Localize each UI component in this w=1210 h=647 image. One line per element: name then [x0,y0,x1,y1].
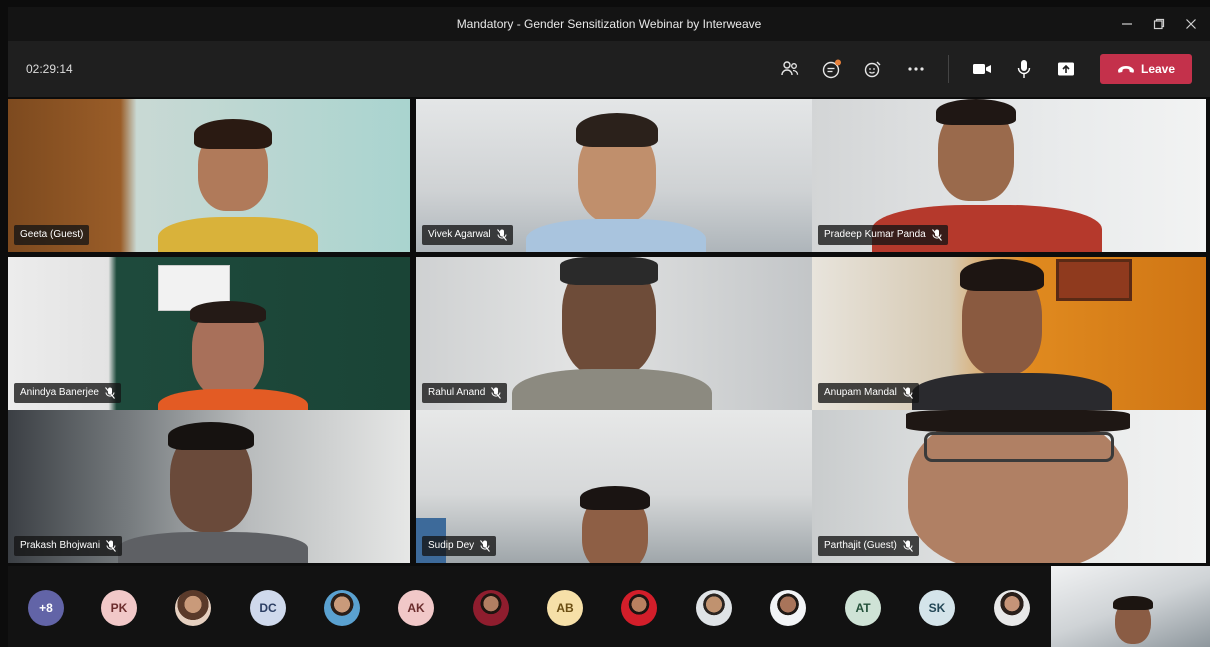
avatar-initials: AK [407,601,425,615]
participant-name: Geeta (Guest) [20,229,84,240]
participant-name: Pradeep Kumar Panda [824,229,926,240]
muted-mic-icon [902,387,913,399]
avatar-initials: SK [928,601,946,615]
share-screen-icon[interactable] [1051,54,1081,84]
avatar-initials: PK [110,601,128,615]
muted-mic-icon [496,229,507,241]
muted-mic-icon [106,540,116,552]
participant-nametag: Anupam Mandal [818,383,919,403]
more-participants-button[interactable]: +8 [28,590,64,626]
video-tile[interactable]: Geeta (Guest) [8,99,410,252]
participant-avatar[interactable]: DC [250,590,286,626]
video-tile[interactable]: Rahul Anand [416,257,818,410]
participant-avatar[interactable] [621,590,657,626]
video-tile[interactable]: Vivek Agarwal [416,99,818,252]
participant-nametag: Pradeep Kumar Panda [818,225,948,245]
minimize-icon[interactable] [1110,7,1144,41]
video-tile[interactable]: Anindya Banerjee [8,257,410,410]
toolbar-divider [948,55,949,83]
muted-mic-icon [902,540,913,552]
participant-name: Sudip Dey [428,540,475,551]
participant-nametag: Vivek Agarwal [422,225,513,245]
participant-avatar[interactable] [324,590,360,626]
participant-avatar[interactable]: AK [398,590,434,626]
microphone-icon[interactable] [1009,54,1039,84]
phone-hangup-icon [1117,66,1134,73]
participant-name: Prakash Bhojwani [20,540,101,551]
video-tile[interactable]: Pradeep Kumar Panda [812,99,1206,252]
avatar-initials: AB [556,601,574,615]
muted-mic-icon [105,387,115,399]
close-icon[interactable] [1174,7,1208,41]
video-tile[interactable]: Prakash Bhojwani [8,410,410,563]
muted-mic-icon [931,229,942,241]
avatar-initials: AT [855,601,871,615]
camera-icon[interactable] [967,54,997,84]
chat-icon[interactable] [817,54,847,84]
participant-nametag: Parthajit (Guest) [818,536,919,556]
window-title: Mandatory - Gender Sensitization Webinar… [456,17,762,31]
participant-nametag: Geeta (Guest) [14,225,90,245]
participant-name: Anindya Banerjee [20,387,99,398]
call-timer: 02:29:14 [26,62,73,76]
participant-nametag: Prakash Bhojwani [14,536,123,556]
window-titlebar: Mandatory - Gender Sensitization Webinar… [8,7,1210,41]
participant-avatar[interactable] [696,590,732,626]
leave-button[interactable]: Leave [1100,54,1192,84]
participant-avatar[interactable] [473,590,509,626]
more-actions-icon[interactable] [901,54,931,84]
participant-nametag: Sudip Dey [422,536,497,556]
participants-icon[interactable] [775,54,805,84]
participant-avatar[interactable] [770,590,806,626]
participant-nametag: Anindya Banerjee [14,383,121,403]
participant-avatar[interactable]: AB [547,590,583,626]
reactions-icon[interactable] [859,54,889,84]
participant-name: Rahul Anand [428,387,486,398]
participant-nametag: Rahul Anand [422,383,508,403]
participant-avatar[interactable] [175,590,211,626]
muted-mic-icon [491,387,502,399]
muted-mic-icon [480,540,491,552]
participant-avatar[interactable]: PK [101,590,137,626]
video-tile[interactable]: Anupam Mandal [812,257,1206,410]
video-tile[interactable]: Parthajit (Guest) [812,410,1206,563]
video-grid: Geeta (Guest) Vivek Agarwal Pradeep Kuma… [8,99,1206,563]
video-tile[interactable]: Sudip Dey [416,410,818,563]
participant-name: Parthajit (Guest) [824,540,897,551]
participant-avatar[interactable]: SK [919,590,955,626]
meeting-toolbar: 02:29:14 Leave [8,41,1210,97]
participant-strip: +8 PK DC AK AB AT SK [8,566,1210,647]
participant-name: Anupam Mandal [824,387,897,398]
restore-icon[interactable] [1142,7,1176,41]
participant-avatar[interactable] [994,590,1030,626]
participant-name: Vivek Agarwal [428,229,491,240]
participant-avatar[interactable]: AT [845,590,881,626]
leave-label: Leave [1140,62,1176,76]
avatar-initials: DC [259,601,277,615]
self-video-preview[interactable] [1051,566,1210,647]
